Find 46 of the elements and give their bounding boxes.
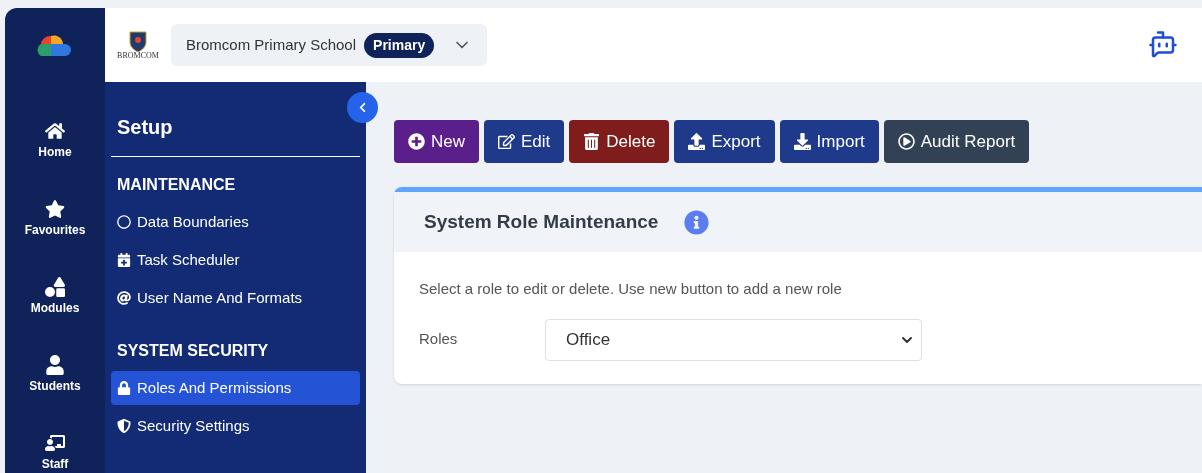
- sidebar-item[interactable]: Roles And Permissions: [111, 371, 360, 405]
- shapes-icon: [45, 277, 65, 297]
- nav-rail-item[interactable]: Students: [29, 355, 81, 395]
- person-icon: [45, 355, 65, 375]
- nav-rail-item[interactable]: Home: [38, 121, 72, 161]
- upload-icon: [688, 133, 706, 150]
- sidebar-item[interactable]: Data Boundaries: [111, 205, 360, 239]
- section-heading: SYSTEM SECURITY: [116, 341, 270, 361]
- download-icon: [793, 133, 811, 150]
- panel-title: System Role Maintenance: [424, 209, 659, 234]
- shield-icon: [117, 419, 131, 433]
- new-button[interactable]: New: [394, 120, 479, 163]
- collapse-button[interactable]: [347, 92, 378, 123]
- nav-rail-item[interactable]: Favourites: [24, 199, 86, 239]
- sidebar-item[interactable]: User Name And Formats: [111, 281, 360, 315]
- roles-dropdown[interactable]: Office: [545, 318, 922, 361]
- edit-button[interactable]: Edit: [484, 120, 565, 163]
- section-heading: MAINTENANCE: [116, 175, 237, 195]
- export-button[interactable]: Export: [674, 120, 775, 163]
- sidebar-item[interactable]: Security Settings: [111, 409, 360, 443]
- star-icon: [45, 199, 65, 219]
- lock-icon: [117, 381, 131, 395]
- school-selector[interactable]: Bromcom Primary School Primary: [171, 24, 488, 66]
- sidebar-title: Setup: [111, 112, 360, 157]
- field-label: Roles: [419, 329, 459, 350]
- import-button[interactable]: Import: [779, 120, 879, 163]
- info-icon[interactable]: [684, 209, 710, 235]
- at-sign-icon: [117, 291, 131, 305]
- home-icon: [45, 121, 65, 141]
- trash-icon: [583, 133, 601, 150]
- delete-button[interactable]: Delete: [569, 120, 670, 163]
- nav-rail-item[interactable]: Modules: [30, 277, 80, 317]
- calendar-icon: [117, 253, 131, 267]
- instructions-text: Select a role to edit or delete. Use new button to add a new role: [419, 279, 843, 299]
- chevron-left-icon: [357, 102, 368, 113]
- edit-icon: [498, 133, 515, 150]
- sidebar-item[interactable]: Task Scheduler: [111, 243, 360, 277]
- audit-report-button[interactable]: Audit Report: [883, 120, 1030, 163]
- teacher-icon: [45, 433, 65, 453]
- school-crest-logo: BROMCOM: [105, 30, 171, 60]
- chatbot-icon[interactable]: [1148, 30, 1178, 60]
- play-icon: [897, 133, 915, 150]
- nav-rail-item[interactable]: Staff: [41, 433, 69, 473]
- school-name: Bromcom Primary School: [186, 34, 357, 55]
- cloud-logo-icon: [37, 33, 73, 56]
- school-badge: Primary: [364, 32, 435, 58]
